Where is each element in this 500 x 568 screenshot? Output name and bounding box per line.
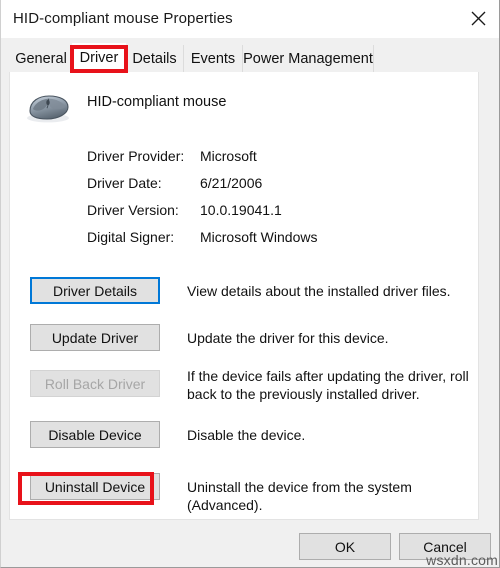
tab-strip: General Driver Details Events Power Mana… (1, 38, 499, 73)
uninstall-device-button[interactable]: Uninstall Device (30, 473, 160, 500)
driver-details-row: Driver Details View details about the in… (10, 277, 478, 324)
update-driver-row: Update Driver Update the driver for this… (10, 324, 478, 370)
roll-back-driver-button[interactable]: Roll Back Driver (30, 370, 160, 397)
disable-device-description: Disable the device. (187, 427, 306, 443)
watermark: wsxdn.com (426, 552, 498, 568)
tab-events[interactable]: Events (184, 45, 243, 72)
digital-signer-value: Microsoft Windows (200, 229, 318, 245)
driver-info-list: Driver Provider: Microsoft Driver Date: … (87, 148, 457, 256)
tab-general-label: General (15, 50, 67, 67)
mouse-icon (27, 95, 69, 123)
update-driver-description: Update the driver for this device. (187, 330, 389, 346)
driver-actions: Driver Details View details about the in… (10, 277, 478, 513)
tab-power-management[interactable]: Power Management (243, 45, 374, 72)
close-icon[interactable] (455, 0, 499, 37)
device-name: HID-compliant mouse (87, 94, 227, 110)
properties-dialog: HID-compliant mouse Properties General D… (0, 0, 500, 568)
disable-device-row: Disable Device Disable the device. (10, 421, 478, 473)
roll-back-driver-row: Roll Back Driver If the device fails aft… (10, 368, 478, 421)
disable-device-button[interactable]: Disable Device (30, 421, 160, 448)
tab-driver[interactable]: Driver (72, 43, 126, 73)
update-driver-button[interactable]: Update Driver (30, 324, 160, 351)
uninstall-device-description: Uninstall the device from the system (Ad… (187, 479, 412, 513)
tab-driver-label: Driver (79, 50, 119, 66)
tab-general[interactable]: General (11, 45, 72, 72)
driver-tab-panel: HID-compliant mouse Driver Provider: Mic… (9, 72, 479, 520)
window-title: HID-compliant mouse Properties (13, 10, 233, 27)
digital-signer-label: Digital Signer: (87, 229, 175, 245)
driver-provider-row: Driver Provider: Microsoft (87, 148, 457, 175)
driver-provider-label: Driver Provider: (87, 148, 185, 164)
tab-events-label: Events (190, 50, 236, 67)
device-header: HID-compliant mouse (10, 86, 478, 134)
tab-power-management-label: Power Management (243, 50, 373, 67)
uninstall-device-row: Uninstall Device Uninstall the device fr… (10, 473, 478, 513)
driver-date-row: Driver Date: 6/21/2006 (87, 175, 457, 202)
driver-provider-value: Microsoft (200, 148, 257, 164)
ok-button[interactable]: OK (299, 533, 391, 560)
digital-signer-row: Digital Signer: Microsoft Windows (87, 229, 457, 256)
driver-details-description: View details about the installed driver … (187, 283, 451, 299)
driver-version-value: 10.0.19041.1 (200, 202, 282, 218)
driver-version-label: Driver Version: (87, 202, 179, 218)
dialog-footer: OK Cancel wsxdn.com (1, 520, 499, 568)
tab-details-label: Details (132, 50, 177, 67)
title-bar: HID-compliant mouse Properties (1, 0, 499, 38)
driver-date-value: 6/21/2006 (200, 175, 263, 191)
driver-version-row: Driver Version: 10.0.19041.1 (87, 202, 457, 229)
driver-date-label: Driver Date: (87, 175, 162, 191)
tab-details[interactable]: Details (126, 45, 184, 72)
roll-back-driver-description: If the device fails after updating the d… (187, 368, 469, 402)
driver-details-button[interactable]: Driver Details (30, 277, 160, 304)
